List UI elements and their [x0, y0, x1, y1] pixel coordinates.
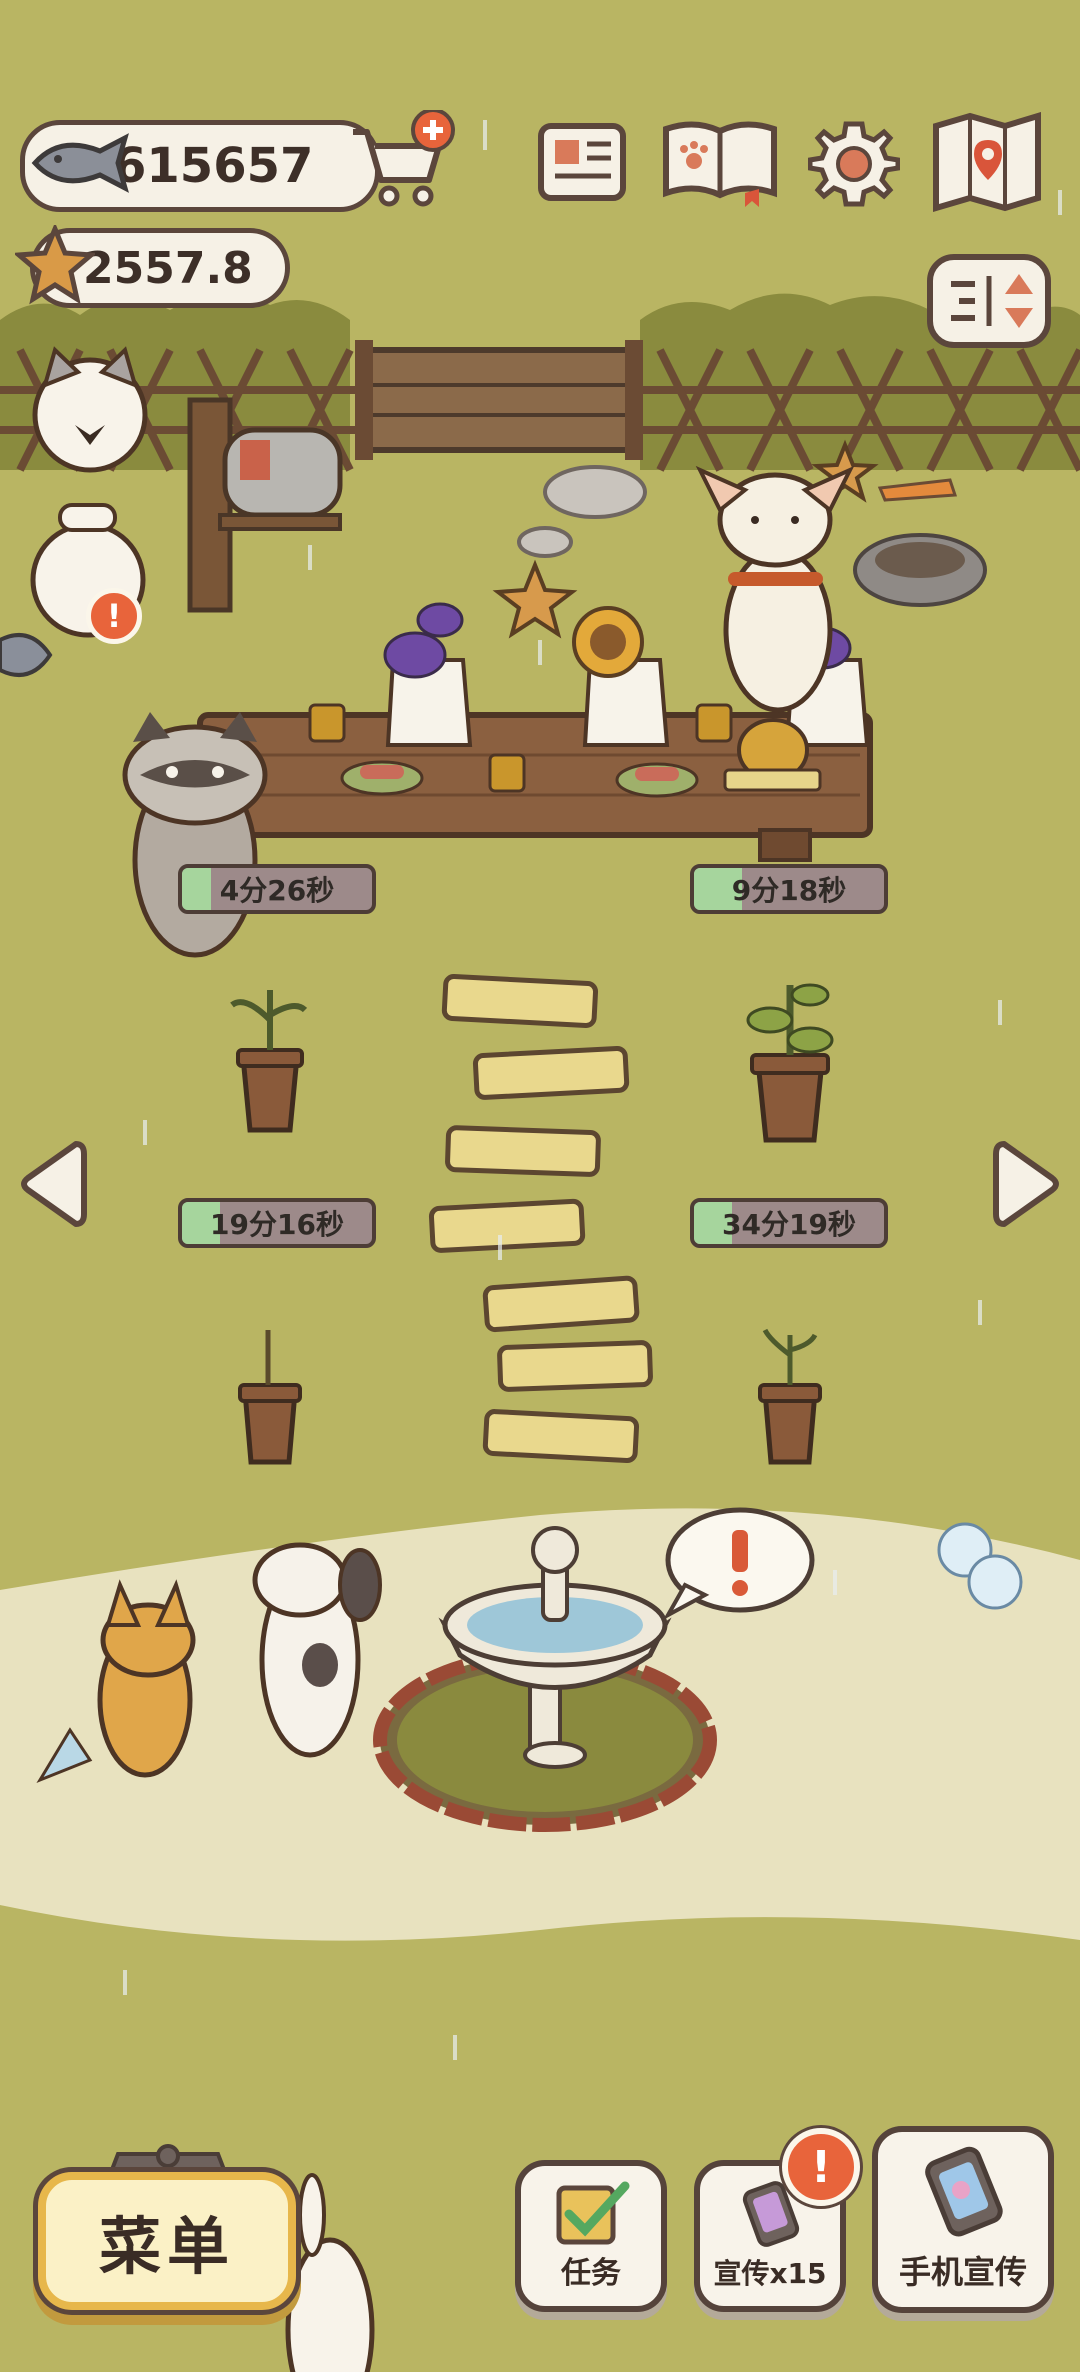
raccoon-character	[122, 712, 268, 958]
fish-count: 615657	[113, 138, 314, 194]
shop-cart-icon	[353, 108, 455, 207]
phone-promo-label: 手机宣传	[898, 2253, 1027, 2291]
phone-promo-button[interactable]: 手机宣传	[872, 2126, 1054, 2313]
star-currency-icon	[12, 222, 98, 316]
timer-text: 34分19秒	[722, 1208, 856, 1241]
timer-fill	[182, 868, 211, 910]
phone-promo-icon	[925, 2146, 1003, 2237]
timer-table-left: 4分26秒	[178, 864, 376, 914]
map-button[interactable]	[930, 111, 1045, 213]
menu-card: 菜单	[38, 2172, 296, 2310]
game-scene	[0, 0, 1080, 2372]
tasks-button[interactable]: 任务	[515, 2160, 667, 2312]
layout-toggle-icon	[927, 254, 1051, 348]
alert-badge-cat[interactable]: !	[86, 588, 142, 644]
arrow-right-button[interactable]	[992, 1138, 1062, 1230]
arrow-left-icon	[21, 1141, 87, 1227]
promo-label: 宣传x15	[713, 2257, 827, 2290]
wooden-gate	[355, 340, 643, 460]
alert-glyph: !	[106, 597, 122, 635]
alert-glyph: !	[810, 2141, 832, 2193]
paw-book-icon	[663, 121, 777, 207]
timer-pot-right: 34分19秒	[690, 1198, 888, 1248]
newspaper-icon	[538, 123, 626, 201]
star-currency-counter: 2557.8	[12, 222, 290, 308]
timer-pot-left: 19分16秒	[178, 1198, 376, 1248]
paw-book-button[interactable]	[660, 115, 780, 210]
settings-gear-icon	[807, 121, 901, 207]
tasks-label: 任务	[561, 2256, 621, 2291]
fish-icon	[30, 133, 130, 193]
timer-text: 19分16秒	[210, 1208, 344, 1241]
shop-cart-button[interactable]	[345, 108, 455, 210]
task-checklist-icon	[556, 2181, 630, 2245]
menu-label: 菜单	[98, 2210, 235, 2283]
cat-portrait-top	[32, 346, 148, 473]
promo-alert-badge[interactable]: !	[782, 2128, 860, 2206]
map-icon	[933, 111, 1041, 213]
timer-text: 9分18秒	[731, 874, 847, 907]
star-count: 2557.8	[83, 242, 253, 294]
newspaper-button[interactable]	[535, 118, 630, 208]
arrow-left-button[interactable]	[18, 1138, 88, 1230]
stone-firepit	[853, 533, 987, 607]
timer-text: 4分26秒	[219, 874, 335, 907]
menu-button[interactable]: 菜单	[38, 2144, 296, 2310]
arrow-right-icon	[993, 1141, 1059, 1227]
settings-button[interactable]	[807, 118, 901, 210]
fish-currency-counter: 615657	[20, 120, 380, 212]
timer-table-right: 9分18秒	[690, 864, 888, 914]
layout-toggle-button[interactable]	[925, 252, 1053, 350]
